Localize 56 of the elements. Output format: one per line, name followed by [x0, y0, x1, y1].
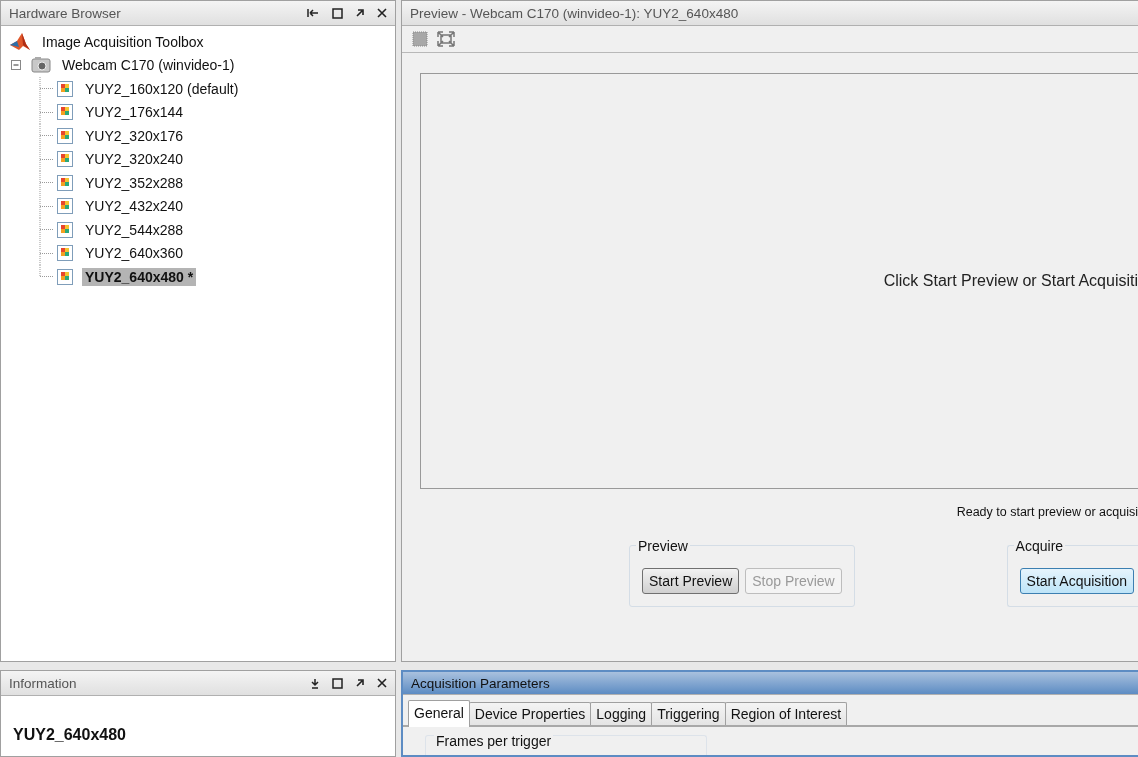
format-icon	[57, 174, 73, 191]
tree-connector-line	[39, 100, 55, 124]
format-icon	[57, 127, 73, 144]
panel-title: Acquisition Parameters	[411, 675, 551, 691]
group-label: Frames per trigger	[434, 733, 554, 750]
tree-connector-line	[39, 77, 55, 101]
camera-icon	[31, 56, 51, 75]
action-button[interactable]: Start Acquisition	[1019, 568, 1134, 594]
tree-item[interactable]: YUY2_176x144	[82, 103, 187, 122]
peak-logo-icon	[9, 31, 31, 52]
format-icon	[57, 104, 73, 121]
tree-connector-line	[39, 124, 55, 148]
format-icon	[57, 245, 73, 262]
undock-icon[interactable]	[356, 679, 364, 687]
tab[interactable]: Triggering	[651, 702, 726, 726]
tree-item[interactable]: YUY2_640x360	[82, 244, 187, 263]
tree-connector-line	[39, 171, 55, 195]
format-icon	[57, 221, 73, 238]
tree-connector-line	[39, 147, 55, 171]
tree-item[interactable]: YUY2_432x240	[82, 197, 187, 216]
tree-item[interactable]: Webcam C170 (winvideo-1)	[59, 56, 238, 75]
collapse-icon[interactable]	[11, 60, 21, 71]
tab[interactable]: Logging	[590, 702, 653, 726]
panel-title: Preview - Webcam C170 (winvideo-1): YUY2_640x480	[410, 5, 740, 21]
close-icon[interactable]	[377, 678, 387, 688]
tree-item[interactable]: YUY2_352x288	[82, 173, 187, 192]
maximize-icon[interactable]	[332, 677, 343, 689]
tree-connector-line	[39, 194, 55, 218]
info-heading: YUY2_640x480	[13, 726, 127, 744]
tab[interactable]: General	[408, 700, 470, 728]
format-icon	[57, 268, 73, 285]
tree-item[interactable]: Image Acquisition Toolbox	[39, 32, 207, 51]
group-label: Preview	[636, 538, 690, 554]
close-icon[interactable]	[377, 8, 387, 18]
preview-message: Click Start Preview or Start Acquisiti	[883, 272, 1138, 290]
tab[interactable]: Region of Interest	[724, 702, 848, 726]
tree-item[interactable]: YUY2_640x480 *	[82, 267, 197, 286]
maximize-icon[interactable]	[332, 7, 343, 19]
format-icon	[57, 151, 73, 168]
tree-item[interactable]: YUY2_320x176	[82, 126, 187, 145]
fullscreen-icon[interactable]	[436, 30, 456, 48]
format-icon	[57, 198, 73, 215]
action-button[interactable]: Start Preview	[642, 568, 740, 594]
tree-item[interactable]: YUY2_320x240	[82, 150, 187, 169]
pin-icon[interactable]	[307, 8, 319, 18]
group-label: Acquire	[1013, 538, 1066, 554]
status-text: Ready to start preview or acquisi	[956, 505, 1138, 519]
format-icon	[57, 80, 73, 97]
tree-item[interactable]: YUY2_544x288	[82, 220, 187, 239]
undock-icon[interactable]	[356, 9, 364, 17]
tree-item[interactable]: YUY2_160x120 (default)	[82, 79, 242, 98]
panel-title: Information	[9, 675, 78, 691]
dock-icon[interactable]	[311, 677, 319, 689]
tree-connector-line	[39, 218, 55, 242]
tab[interactable]: Device Properties	[468, 702, 592, 726]
panel-title: Hardware Browser	[9, 5, 122, 21]
